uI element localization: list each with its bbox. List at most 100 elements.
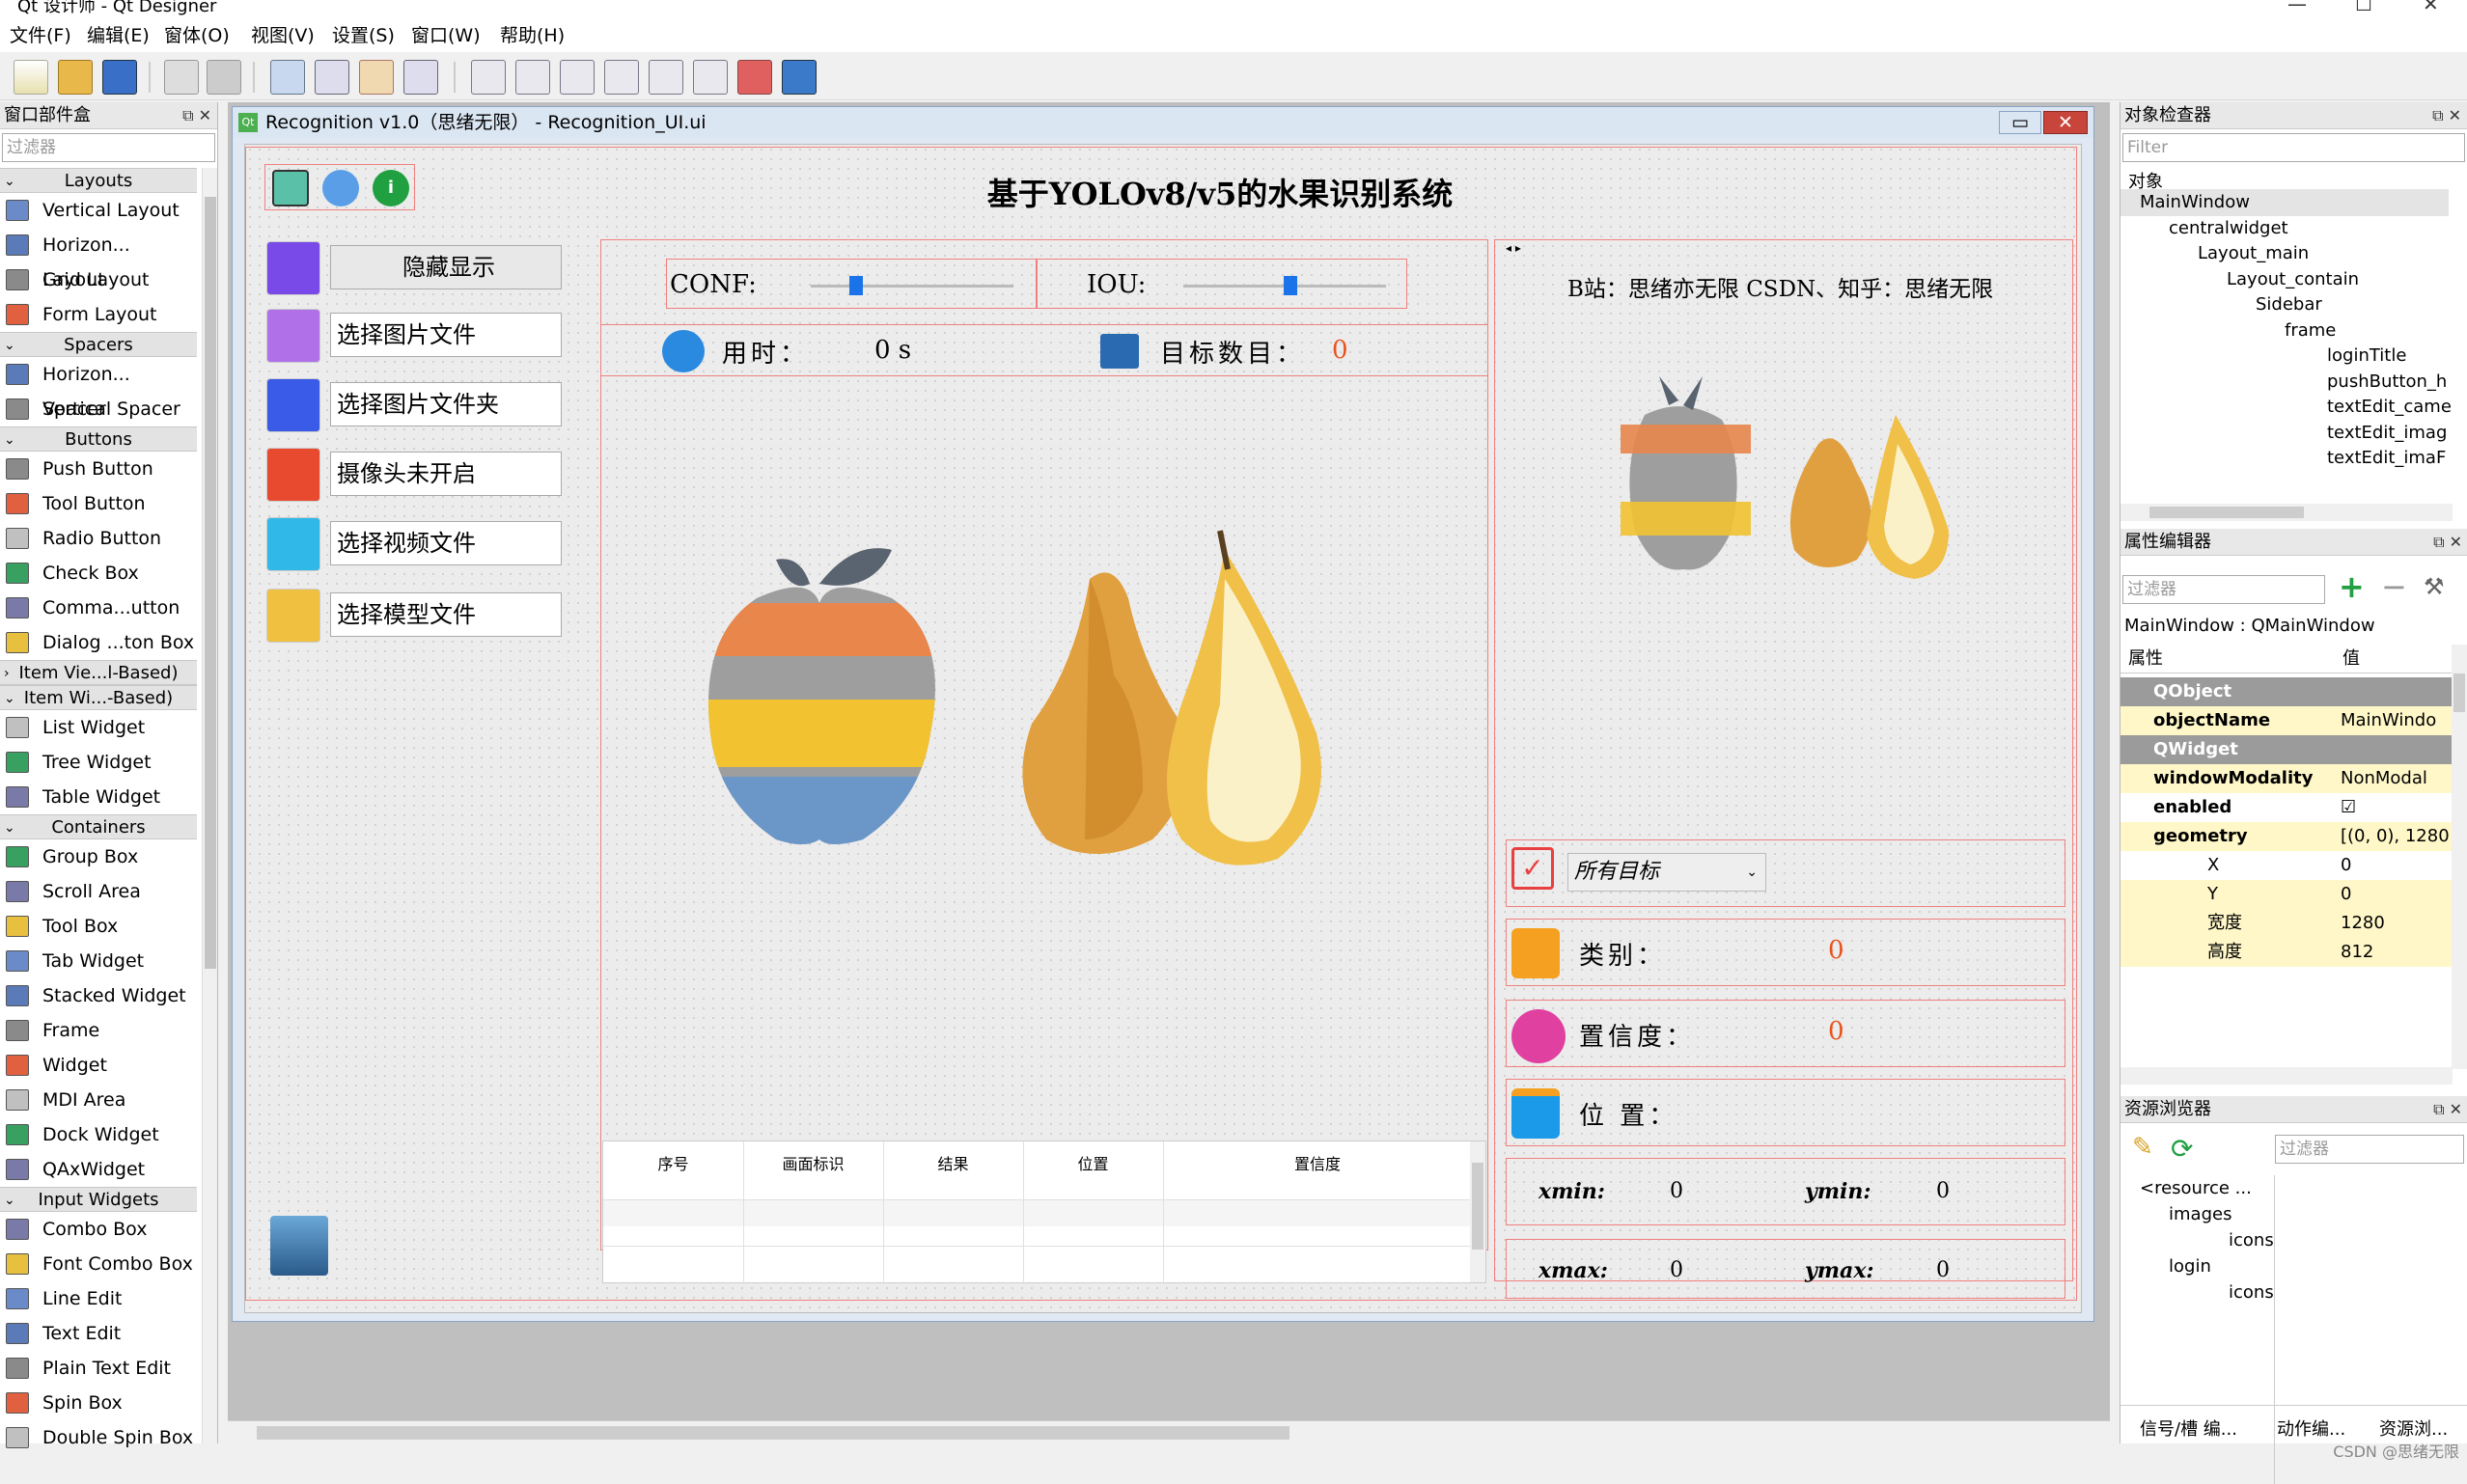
open-folder-icon[interactable] [58, 60, 93, 95]
tree-item[interactable]: Sidebar [2121, 291, 2449, 318]
tree-item[interactable]: centralwidget [2121, 215, 2449, 242]
widget-item[interactable]: Plain Text Edit [0, 1351, 197, 1386]
send-to-back-icon[interactable] [164, 60, 199, 95]
widget-item[interactable]: Widget [0, 1048, 197, 1083]
widget-item[interactable]: QAxWidget [0, 1152, 197, 1187]
widget-item[interactable]: Scroll Area [0, 874, 197, 909]
resource-item[interactable]: icons [2121, 1227, 2274, 1254]
scroll-thumb[interactable] [257, 1426, 1289, 1440]
form-canvas[interactable]: i 基于YOLOv8/v5的水果识别系统 隐藏显示选择图片文件选择图片文件夹摄像… [244, 144, 2082, 1313]
widget-item[interactable]: Line Edit [0, 1281, 197, 1316]
widget-category[interactable]: ⌄Input Widgets [0, 1187, 197, 1212]
info-icon[interactable]: i [373, 170, 409, 206]
widget-item[interactable]: List Widget [0, 710, 197, 745]
tab-resource-browser[interactable]: 资源浏... [2379, 1415, 2448, 1441]
widget-box-filter[interactable]: 过滤器 [2, 133, 215, 162]
sidebar-button[interactable]: 摄像头未开启 [330, 452, 562, 496]
layout-form-icon[interactable] [693, 60, 728, 95]
conf-slider-track[interactable] [811, 285, 1013, 288]
sidebar-button[interactable]: 选择图片文件夹 [330, 382, 562, 426]
maximize-icon[interactable]: ☐ [2355, 0, 2372, 15]
property-row[interactable]: QWidget [2121, 735, 2453, 764]
menu-file[interactable]: 文件(F) [4, 21, 77, 50]
resource-item[interactable]: images [2121, 1201, 2231, 1228]
property-filter[interactable]: 过滤器 [2122, 575, 2325, 604]
form-window[interactable]: Qt Recognition v1.0（思绪无限） - Recognition_… [232, 106, 2094, 1322]
widget-item[interactable]: Horizon... Spacer [0, 357, 197, 392]
edit-tab-order-icon[interactable] [403, 60, 438, 95]
property-row[interactable]: X0 [2121, 851, 2453, 880]
tree-item[interactable]: MainWindow [2121, 189, 2449, 216]
target-dropdown[interactable]: 所有目标 ⌄ [1567, 853, 1766, 892]
close-icon[interactable]: ✕ [2423, 0, 2439, 15]
tree-item[interactable]: textEdit_came [2121, 394, 2449, 421]
minimize-icon[interactable]: — [2287, 0, 2307, 15]
scroll-thumb[interactable] [1472, 1163, 1483, 1250]
break-layout-icon[interactable] [737, 60, 772, 95]
save-icon[interactable] [102, 60, 137, 95]
save-form-icon[interactable] [272, 170, 309, 206]
property-row[interactable]: windowModalityNonModal [2121, 764, 2453, 793]
widget-item[interactable]: Group Box [0, 839, 197, 874]
widget-item[interactable]: Stacked Widget [0, 978, 197, 1013]
tab-signals-slots[interactable]: 信号/槽 编... [2140, 1415, 2237, 1441]
form-minimize-icon[interactable]: ▭ [1999, 111, 2041, 134]
widget-item[interactable]: Vertical Spacer [0, 392, 197, 426]
tree-item[interactable]: loginTitle [2121, 343, 2449, 370]
panel-arrows-icon[interactable]: ◂ ▸ [1506, 241, 1521, 255]
widget-item[interactable]: Grid Layout [0, 262, 197, 297]
widget-category[interactable]: ⌄Containers [0, 814, 197, 839]
new-file-icon[interactable] [14, 60, 48, 95]
widget-item[interactable]: Tool Button [0, 486, 197, 521]
property-row[interactable]: 宽度1280 [2121, 909, 2453, 938]
dock-float-close-icon[interactable]: ⧉ ✕ [2432, 102, 2461, 129]
widget-item[interactable]: Dock Widget [0, 1117, 197, 1152]
menu-view[interactable]: 视图(V) [245, 21, 320, 50]
menu-settings[interactable]: 设置(S) [326, 21, 401, 50]
layout-grid-icon[interactable] [649, 60, 683, 95]
widget-item[interactable]: Spin Box [0, 1386, 197, 1420]
property-row[interactable]: objectNameMainWindo [2121, 706, 2453, 735]
tree-item[interactable]: frame [2121, 317, 2449, 344]
h-scrollbar[interactable] [2121, 504, 2453, 521]
widget-item[interactable]: Tree Widget [0, 745, 197, 780]
adjust-size-icon[interactable] [782, 60, 817, 95]
menu-form[interactable]: 窗体(O) [158, 21, 236, 50]
resource-filter[interactable]: 过滤器 [2275, 1135, 2464, 1164]
table-scrollbar[interactable] [1470, 1141, 1485, 1282]
widget-item[interactable]: Comma...utton [0, 591, 197, 625]
widget-item[interactable]: Table Widget [0, 780, 197, 814]
sidebar-button[interactable]: 选择图片文件 [330, 313, 562, 357]
resource-item[interactable]: <resource ... [2121, 1175, 2252, 1202]
property-row[interactable]: Y0 [2121, 880, 2453, 909]
user-icon[interactable] [322, 170, 359, 206]
property-table[interactable]: QObjectobjectNameMainWindoQWidgetwindowM… [2121, 677, 2453, 967]
widget-category[interactable]: ⌄Buttons [0, 426, 197, 452]
sidebar-button[interactable]: 选择模型文件 [330, 592, 562, 637]
bring-to-front-icon[interactable] [207, 60, 241, 95]
widget-item[interactable]: Tool Box [0, 909, 197, 944]
layout-horizontal-icon[interactable] [471, 60, 506, 95]
widget-box-scrollbar[interactable] [202, 168, 217, 1443]
dock-float-close-icon[interactable]: ⧉ ✕ [182, 102, 211, 129]
property-row[interactable]: enabled☑ [2121, 793, 2453, 822]
object-filter[interactable]: Filter [2122, 133, 2465, 162]
wrench-icon[interactable]: ⚒ [2424, 573, 2453, 602]
widget-item[interactable]: Font Combo Box [0, 1247, 197, 1281]
dock-float-close-icon[interactable]: ⧉ ✕ [2433, 529, 2462, 556]
widget-category[interactable]: ⌄Spacers [0, 332, 197, 357]
widget-category[interactable]: ⌄Layouts [0, 168, 197, 193]
edit-buddies-icon[interactable] [359, 60, 394, 95]
tab-action-editor[interactable]: 动作编... [2277, 1415, 2345, 1441]
widget-item[interactable]: Double Spin Box [0, 1420, 197, 1455]
reload-icon[interactable]: ⟳ [2171, 1133, 2200, 1162]
scroll-thumb[interactable] [205, 197, 216, 969]
object-tree[interactable]: MainWindowcentralwidgetLayout_mainLayout… [2121, 189, 2467, 479]
property-row[interactable]: QObject [2121, 677, 2453, 706]
widget-item[interactable]: MDI Area [0, 1083, 197, 1117]
tree-item[interactable]: textEdit_imaF [2121, 445, 2449, 472]
scroll-thumb[interactable] [2453, 673, 2465, 712]
layout-vsplitter-icon[interactable] [604, 60, 639, 95]
layout-hsplitter-icon[interactable] [560, 60, 595, 95]
edit-signals-icon[interactable] [315, 60, 349, 95]
